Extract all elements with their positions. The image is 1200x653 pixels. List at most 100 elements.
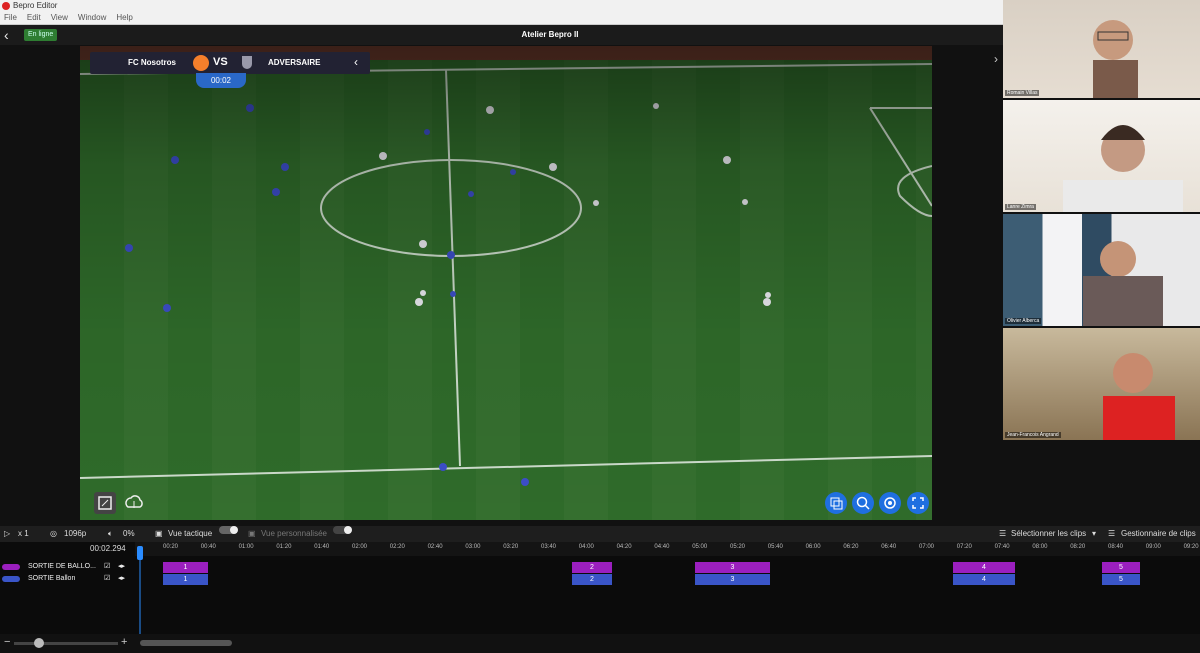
menu-window[interactable]: Window [78, 13, 106, 22]
participant-name: Lanre Zimra [1005, 204, 1036, 210]
page-title: Atelier Bepro II [521, 30, 579, 39]
video-shadow-overlay [80, 46, 932, 520]
custom-view-toggle[interactable] [333, 526, 352, 534]
ruler-tick: 09:00 [1145, 544, 1161, 550]
custom-view-icon: ▣ [248, 529, 256, 538]
menu-view[interactable]: View [51, 13, 68, 22]
tactical-view-label: Vue tactique [168, 529, 213, 538]
quality-select[interactable]: 1096p [64, 526, 86, 542]
ruler-tick: 07:00 [919, 544, 935, 550]
track-edit-icon[interactable]: ☑ [104, 562, 110, 572]
volume-icon[interactable]: 🔈︎ [108, 526, 113, 542]
match-clock: 00:02 [196, 73, 246, 88]
quality-icon: ◎ [50, 529, 57, 538]
select-clips-dropdown-icon[interactable]: ▾ [1092, 526, 1096, 542]
timeline-clip[interactable]: 3 [695, 574, 770, 585]
ruler-tick: 09:20 [1183, 544, 1199, 550]
ruler-tick: 04:20 [616, 544, 632, 550]
track-nav-icon[interactable]: ◂▸ [118, 562, 125, 572]
ruler-tick: 07:40 [994, 544, 1010, 550]
track-edit-icon[interactable]: ☑ [104, 574, 110, 584]
ruler-tick: 06:20 [843, 544, 859, 550]
playhead[interactable] [137, 546, 143, 634]
select-clips-button[interactable]: Sélectionner les clips [1011, 526, 1086, 542]
timeline-clip[interactable]: 1 [163, 574, 208, 585]
ruler-tick: 07:20 [956, 544, 972, 550]
away-team-shield-icon [242, 56, 252, 69]
participant-tile: Romain Villas [1003, 0, 1200, 98]
participant-tile: Olivier Alberca [1003, 214, 1200, 326]
vs-label: VS [213, 56, 228, 68]
clip-manager-icon: ☰ [1108, 529, 1116, 538]
playback-speed-icon[interactable]: ▷ [4, 526, 10, 542]
timeline-clip[interactable]: 1 [163, 562, 208, 573]
ruler-tick: 03:00 [465, 544, 481, 550]
ruler-tick: 04:40 [654, 544, 670, 550]
participant-name: Jean-Francois Angrand [1005, 432, 1061, 438]
target-tool-button[interactable] [879, 492, 901, 514]
copy-tool-button[interactable] [825, 492, 847, 514]
track-name: SORTIE DE BALLO... [28, 563, 96, 570]
timeline-zoom-bar: − + [0, 634, 1200, 653]
ruler-tick: 01:00 [238, 544, 254, 550]
home-team-logo-icon [193, 55, 209, 71]
ruler-tick: 06:40 [881, 544, 897, 550]
playback-speed[interactable]: x 1 [18, 526, 29, 542]
ruler-tick: 08:20 [1070, 544, 1086, 550]
select-clips-icon: ☰ [999, 529, 1007, 538]
ruler-tick: 02:40 [427, 544, 443, 550]
window-title: Bepro Editor [13, 1, 58, 10]
window-titlebar: Bepro Editor [0, 0, 1003, 12]
zoom-slider-track[interactable] [14, 642, 118, 645]
ruler-tick: 00:20 [163, 544, 179, 550]
menu-edit[interactable]: Edit [27, 13, 41, 22]
track-label-sortie-de-ballon[interactable]: SORTIE DE BALLO... ☑ ◂▸ [0, 562, 135, 572]
ruler-tick: 03:20 [503, 544, 519, 550]
zoom-out-icon[interactable]: − [4, 636, 10, 648]
ruler-tick: 08:00 [1032, 544, 1048, 550]
timeline-clip[interactable]: 5 [1102, 562, 1140, 573]
fullscreen-tool-button[interactable] [907, 492, 929, 514]
snapshot-button[interactable] [94, 492, 116, 514]
ruler-tick: 08:40 [1108, 544, 1124, 550]
timeline-clip[interactable]: 2 [572, 562, 612, 573]
menu-bar: File Edit View Window Help [0, 12, 1003, 25]
side-panel-chevron-icon[interactable]: › [994, 52, 998, 66]
track-label-sortie-ballon[interactable]: SORTIE Ballon ☑ ◂▸ [0, 574, 135, 584]
participant-tile: Lanre Zimra [1003, 100, 1200, 212]
app-logo-icon [2, 2, 10, 10]
match-video[interactable] [80, 46, 932, 520]
ruler-tick: 01:20 [276, 544, 292, 550]
timeline-clip[interactable]: 2 [572, 574, 612, 585]
zoom-slider-handle[interactable] [34, 638, 44, 648]
participant-name: Romain Villas [1005, 90, 1040, 96]
tactical-view-toggle[interactable] [219, 526, 238, 534]
current-time: 00:02.294 [90, 544, 126, 553]
ruler-tick: 02:20 [389, 544, 405, 550]
collapse-scoreboard-icon[interactable]: ‹ [354, 55, 358, 69]
timeline-clip[interactable]: 3 [695, 562, 770, 573]
ruler-tick: 02:00 [352, 544, 368, 550]
zoom-in-icon[interactable]: + [121, 636, 127, 648]
time-ruler: 00:20 00:40 01:00 01:20 01:40 02:00 02:20 02:40… [135, 542, 1200, 556]
menu-help[interactable]: Help [116, 13, 132, 22]
timeline-clip[interactable]: 5 [1102, 574, 1140, 585]
scoreboard: FC Nosotros VS ADVERSAIRE ‹ [90, 52, 370, 74]
track-nav-icon[interactable]: ◂▸ [118, 574, 125, 584]
ruler-tick: 05:40 [767, 544, 783, 550]
ruler-tick: 04:00 [578, 544, 594, 550]
ruler-tick: 05:00 [692, 544, 708, 550]
custom-view-label: Vue personnalisée [261, 529, 327, 538]
timeline-clip[interactable]: 4 [953, 562, 1015, 573]
volume-value[interactable]: 0% [123, 526, 135, 542]
ruler-tick: 06:00 [805, 544, 821, 550]
timeline-scrollbar[interactable] [140, 640, 232, 646]
zoom-tool-button[interactable] [852, 492, 874, 514]
clip-manager-button[interactable]: Gestionnaire de clips [1121, 526, 1196, 542]
timeline-clip[interactable]: 4 [953, 574, 1015, 585]
cloud-upload-button[interactable] [123, 492, 145, 514]
participant-name: Olivier Alberca [1005, 318, 1042, 324]
ruler-tick: 03:40 [541, 544, 557, 550]
app-header: ‹ En ligne Atelier Bepro II [0, 25, 1003, 45]
menu-file[interactable]: File [4, 13, 17, 22]
